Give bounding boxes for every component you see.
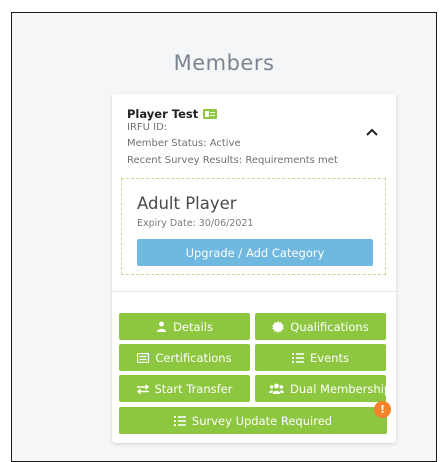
details-button[interactable]: Details (119, 313, 250, 340)
start-transfer-label: Start Transfer (154, 381, 233, 396)
start-transfer-button[interactable]: Start Transfer (119, 375, 250, 402)
dual-membership-button[interactable]: Dual Membership (255, 375, 386, 402)
member-header: Player Test IRFU ID: Member Status: Acti… (112, 94, 396, 174)
qualifications-label: Qualifications (290, 319, 369, 334)
certificate-icon (137, 352, 150, 363)
list-icon (173, 416, 186, 426)
chevron-up-icon[interactable] (364, 124, 380, 140)
certifications-label: Certifications (155, 350, 232, 365)
events-button[interactable]: Events (255, 344, 386, 371)
survey-results: Recent Survey Results: Requirements met (127, 155, 338, 166)
id-card-icon (203, 109, 218, 119)
survey-update-button[interactable]: Survey Update Required (119, 407, 387, 434)
warning-badge-label: ! (379, 403, 386, 416)
member-name: Player Test (127, 107, 199, 121)
list-icon (292, 353, 305, 363)
qualifications-button[interactable]: Qualifications (255, 313, 386, 340)
upgrade-category-button[interactable]: Upgrade / Add Category (137, 239, 373, 266)
member-status: Member Status: Active (127, 138, 241, 149)
page-frame: Members Player Test IRFU ID: Member Stat… (11, 12, 437, 462)
page-title: Members (173, 51, 275, 75)
category-panel: Adult Player Expiry Date: 30/06/2021 Upg… (121, 178, 386, 275)
badge-icon (272, 320, 285, 333)
category-title: Adult Player (137, 194, 237, 213)
users-icon (269, 383, 284, 394)
transfer-icon (136, 383, 149, 394)
dual-membership-label: Dual Membership (290, 381, 386, 396)
upgrade-category-label: Upgrade / Add Category (185, 245, 325, 260)
category-expiry: Expiry Date: 30/06/2021 (137, 218, 254, 229)
divider (112, 291, 396, 292)
survey-update-label: Survey Update Required (191, 413, 333, 428)
certifications-button[interactable]: Certifications (119, 344, 250, 371)
member-card: Player Test IRFU ID: Member Status: Acti… (112, 94, 396, 443)
events-label: Events (310, 350, 349, 365)
irfu-id-label: IRFU ID: (127, 122, 168, 133)
member-name-row: Player Test (127, 107, 218, 121)
exclamation-icon: ! (374, 401, 391, 418)
details-label: Details (173, 319, 213, 334)
user-icon (156, 321, 167, 332)
